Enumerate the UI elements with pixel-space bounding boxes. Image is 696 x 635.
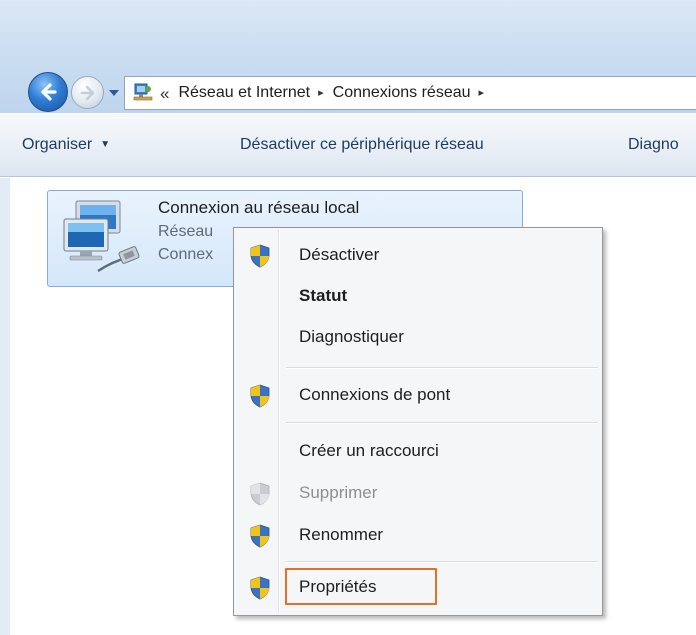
menu-item-label: Propriétés [299,577,377,596]
arrow-right-icon [80,85,94,100]
menu-item-diagnostiquer[interactable]: Diagnostiquer [236,317,600,357]
connection-name: Connexion au réseau local [158,198,360,217]
menu-item-creer-raccourci[interactable]: Créer un raccourci [236,431,600,471]
uac-shield-icon [250,384,270,408]
forward-button[interactable] [71,76,104,109]
breadcrumb-separator-icon[interactable]: ▸ [318,87,324,99]
navigation-pane-edge [0,178,10,635]
connection-adapter-label: Connex [158,246,214,263]
recent-pages-dropdown[interactable] [107,86,121,100]
uac-shield-icon [250,482,270,506]
menu-item-label: Créer un raccourci [299,441,439,460]
uac-shield-icon [250,244,270,268]
diagnose-button[interactable]: Diagno [628,136,679,154]
command-bar: Organiser ▼ Désactiver ce périphérique ré… [0,113,696,177]
menu-item-label: Diagnostiquer [299,327,404,346]
address-bar[interactable]: « Réseau et Internet ▸ Connexions réseau… [124,76,696,110]
chevron-down-icon: ▼ [100,139,111,150]
context-menu: Désactiver Statut Diagnostiquer Connexio… [233,227,603,616]
menu-item-label: Désactiver [299,245,380,264]
chevron-down-icon [109,90,119,96]
menu-item-label: Statut [299,286,348,305]
uac-shield-icon [250,576,270,600]
disable-device-button[interactable]: Désactiver ce périphérique réseau [240,136,484,154]
menu-item-label: Renommer [299,525,384,544]
menu-item-connexions-de-pont[interactable]: Connexions de pont [236,375,600,415]
connection-network-label: Réseau [158,223,214,240]
arrow-left-icon [41,83,57,101]
menu-item-renommer[interactable]: Renommer [236,515,600,555]
organize-menu-button[interactable]: Organiser ▼ [22,136,110,154]
uac-shield-icon [250,524,270,548]
back-button[interactable] [28,72,68,112]
organize-label: Organiser [22,136,93,153]
network-adapter-icon [58,197,148,281]
breadcrumb-reseau-internet[interactable]: Réseau et Internet [178,84,310,102]
window-titlebar: « Réseau et Internet ▸ Connexions réseau… [0,0,696,113]
menu-item-supprimer: Supprimer [236,473,600,513]
menu-item-desactiver[interactable]: Désactiver [236,235,600,275]
menu-item-label: Connexions de pont [299,385,451,404]
menu-separator [286,422,598,424]
menu-item-label: Supprimer [299,483,378,502]
menu-item-proprietes[interactable]: Propriétés [236,567,600,607]
menu-item-statut[interactable]: Statut [236,276,600,316]
network-folder-icon [132,82,154,104]
menu-separator [286,561,598,563]
address-overflow-chevron[interactable]: « [160,85,169,102]
breadcrumb-connexions-reseau[interactable]: Connexions réseau [333,84,471,102]
menu-separator [286,367,598,369]
breadcrumb-separator-icon[interactable]: ▸ [479,87,485,99]
